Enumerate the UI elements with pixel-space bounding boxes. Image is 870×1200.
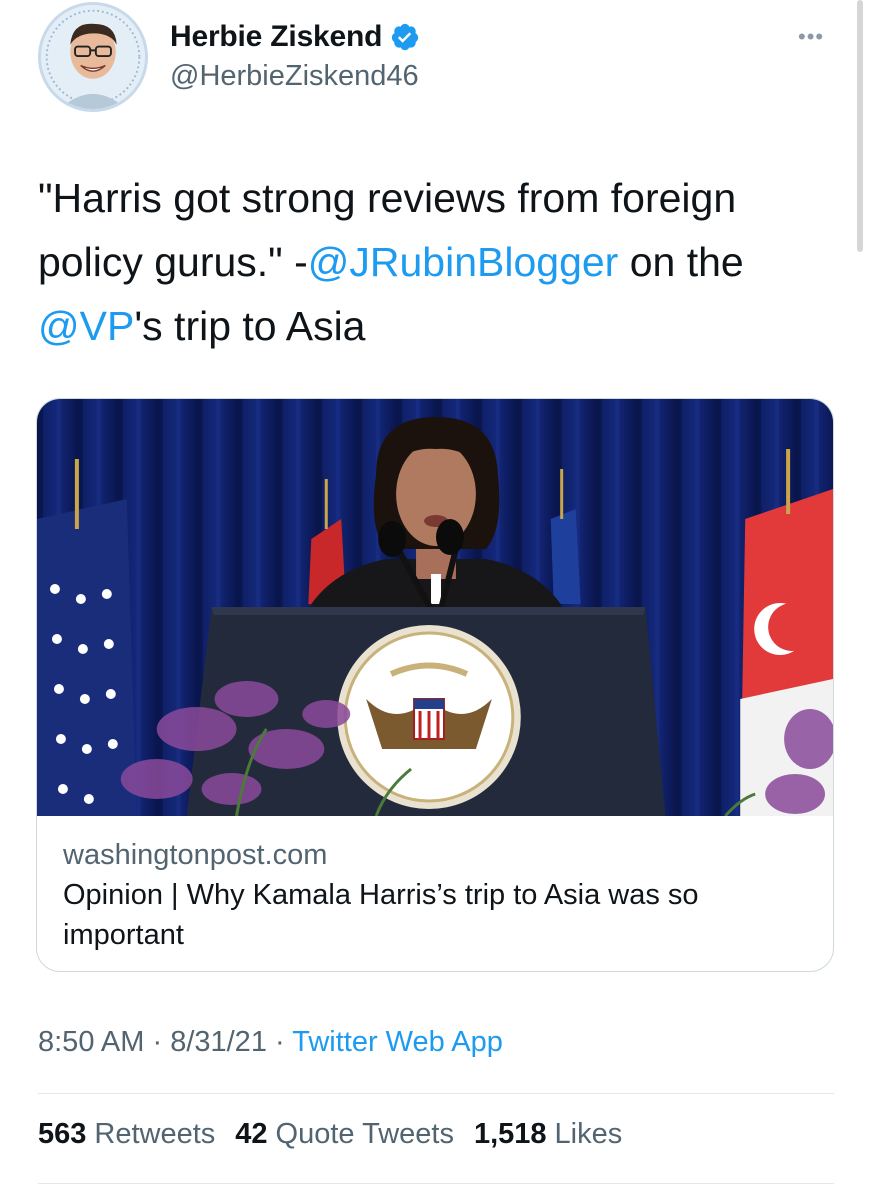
- display-name[interactable]: Herbie Ziskend: [170, 20, 382, 54]
- retweets-stat[interactable]: 563 Retweets: [38, 1118, 215, 1151]
- quote-tweets-stat[interactable]: 42 Quote Tweets: [235, 1118, 454, 1151]
- likes-count: 1,518: [473, 1118, 547, 1150]
- meta-separator: ·: [266, 1026, 293, 1058]
- name-row: Herbie Ziskend: [170, 20, 420, 54]
- verified-badge-icon: [392, 23, 419, 51]
- quotes-count: 42: [235, 1118, 268, 1150]
- tweet-header: Herbie Ziskend @HerbieZiskend46 •••: [38, 0, 838, 120]
- retweets-label: Retweets: [94, 1118, 216, 1150]
- article-image: [37, 399, 833, 816]
- card-meta: washingtonpost.com Opinion | Why Kamala …: [63, 835, 803, 955]
- tweet-source[interactable]: Twitter Web App: [292, 1026, 503, 1058]
- tweet-text-part: on the: [618, 239, 744, 285]
- tweet-meta: 8:50 AM · 8/31/21 · Twitter Web App: [38, 1026, 503, 1059]
- tweet-text-part: 's trip to Asia: [134, 303, 366, 349]
- likes-stat[interactable]: 1,518 Likes: [474, 1118, 622, 1151]
- divider: [38, 1183, 834, 1184]
- retweets-count: 563: [38, 1118, 87, 1150]
- mention-link[interactable]: @JRubinBlogger: [308, 239, 619, 285]
- more-options-icon[interactable]: •••: [798, 24, 824, 50]
- mention-link[interactable]: @VP: [38, 303, 134, 349]
- tweet-date[interactable]: 8/31/21: [170, 1026, 267, 1058]
- quotes-label: Quote Tweets: [275, 1118, 454, 1150]
- tweet-time[interactable]: 8:50 AM: [38, 1026, 144, 1058]
- card-title[interactable]: Opinion | Why Kamala Harris’s trip to As…: [63, 875, 803, 955]
- link-preview-card[interactable]: washingtonpost.com Opinion | Why Kamala …: [36, 398, 834, 972]
- tweet-text: "Harris got strong reviews from foreign …: [38, 166, 838, 358]
- card-domain: washingtonpost.com: [63, 839, 328, 871]
- likes-label: Likes: [554, 1118, 623, 1150]
- tweet-stats: 563 Retweets 42 Quote Tweets 1,518 Likes: [38, 1118, 622, 1151]
- author-handle[interactable]: @HerbieZiskend46: [170, 60, 419, 93]
- meta-separator: ·: [144, 1026, 171, 1058]
- divider: [38, 1093, 834, 1094]
- avatar[interactable]: [38, 2, 148, 112]
- scrollbar[interactable]: [857, 0, 863, 252]
